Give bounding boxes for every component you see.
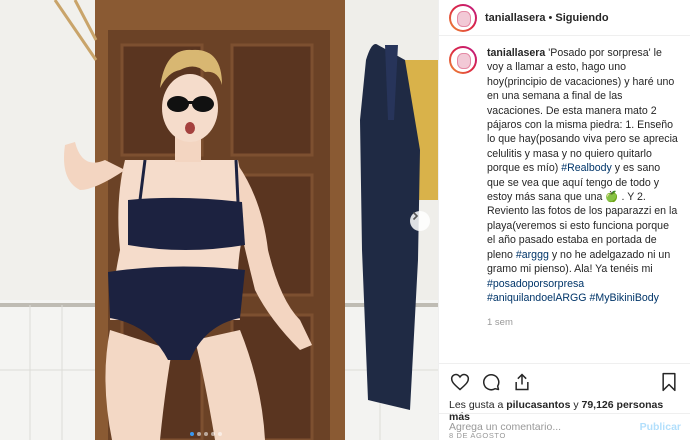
action-bar — [439, 363, 690, 399]
post-author-username[interactable]: taniallasera — [485, 12, 546, 24]
carousel-dots — [190, 432, 222, 436]
hashtag-aniquilandoelargg[interactable]: #aniquilandoelARGG — [487, 292, 587, 304]
caption-avatar[interactable] — [449, 46, 477, 74]
save-button[interactable] — [658, 371, 680, 393]
avatar[interactable] — [449, 3, 477, 32]
chevron-right-icon — [412, 211, 419, 221]
header-separator: • — [548, 11, 553, 24]
likes-prefix: Les gusta a — [449, 399, 507, 411]
bookmark-icon — [662, 372, 676, 391]
post-side-panel: taniallasera • Siguiendo taniallasera 'P… — [438, 0, 690, 440]
carousel-dot — [197, 432, 201, 436]
carousel-dot — [204, 432, 208, 436]
caption-block: taniallasera 'Posado por sorpresa' le vo… — [487, 46, 680, 363]
comments-section: taniallasera 'Posado por sorpresa' le vo… — [439, 36, 690, 363]
carousel-dot — [211, 432, 215, 436]
heart-icon — [450, 373, 470, 390]
following-button[interactable]: Siguiendo — [555, 12, 608, 24]
share-icon — [515, 372, 529, 390]
share-button[interactable] — [511, 371, 533, 393]
comment-button[interactable] — [480, 371, 502, 393]
like-button[interactable] — [449, 371, 471, 393]
hashtag-posadoporsorpresa[interactable]: #posadoporsorpresa — [487, 278, 584, 290]
post-photo[interactable] — [0, 0, 438, 440]
comment-input[interactable] — [449, 421, 640, 433]
liker-username[interactable]: pilucasantos — [506, 399, 570, 411]
hashtag-mybikinibody[interactable]: #MyBikiniBody — [589, 292, 658, 304]
next-photo-button[interactable] — [410, 211, 430, 231]
hashtag-arggg[interactable]: #arggg — [516, 249, 549, 261]
instagram-post-view: taniallasera • Siguiendo taniallasera 'P… — [0, 0, 690, 440]
hashtag-realbody[interactable]: #Realbody — [561, 162, 612, 174]
caption-timestamp[interactable]: 1 sem — [487, 317, 680, 328]
caption-username[interactable]: taniallasera — [487, 47, 545, 59]
add-comment-bar: Publicar — [439, 413, 690, 440]
publish-button[interactable]: Publicar — [640, 421, 681, 433]
photo-illustration — [0, 0, 438, 440]
post-header: taniallasera • Siguiendo — [439, 0, 690, 36]
likes-middle: y — [570, 399, 582, 411]
post-caption: taniallasera 'Posado por sorpresa' le vo… — [487, 46, 680, 305]
carousel-dot — [190, 432, 194, 436]
carousel-dot — [218, 432, 222, 436]
caption-text-1: 'Posado por sorpresa' le voy a llamar a … — [487, 47, 678, 175]
apple-emoji: 🍏 — [605, 191, 619, 204]
comment-icon — [483, 373, 500, 391]
